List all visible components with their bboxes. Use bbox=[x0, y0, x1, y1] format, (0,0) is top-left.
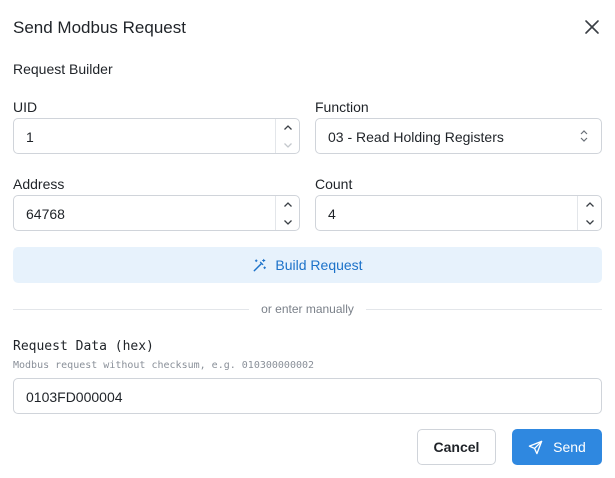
address-input[interactable]: 64768 bbox=[13, 195, 300, 231]
build-request-label: Build Request bbox=[275, 257, 363, 273]
count-stepper bbox=[577, 196, 601, 230]
close-icon[interactable] bbox=[582, 17, 602, 37]
request-builder-title: Request Builder bbox=[13, 61, 113, 77]
uid-value: 1 bbox=[26, 129, 34, 145]
send-modbus-request-dialog: Send Modbus Request Request Builder UID … bbox=[0, 0, 615, 478]
build-request-button[interactable]: Build Request bbox=[13, 247, 602, 283]
chevron-down-icon bbox=[585, 219, 594, 225]
address-decrement-button[interactable] bbox=[276, 213, 299, 230]
chevron-up-icon bbox=[585, 201, 594, 207]
address-label: Address bbox=[13, 176, 65, 192]
chevron-up-icon bbox=[283, 201, 292, 207]
send-icon bbox=[528, 440, 543, 454]
select-chevron-icon bbox=[580, 130, 588, 142]
chevron-down-icon bbox=[283, 142, 292, 148]
uid-increment-button[interactable] bbox=[276, 119, 299, 136]
count-increment-button[interactable] bbox=[578, 196, 601, 213]
count-decrement-button[interactable] bbox=[578, 213, 601, 230]
address-stepper bbox=[275, 196, 299, 230]
count-input[interactable]: 4 bbox=[315, 195, 602, 231]
count-value: 4 bbox=[328, 206, 336, 222]
dialog-title: Send Modbus Request bbox=[13, 18, 186, 37]
send-button[interactable]: Send bbox=[512, 429, 602, 465]
uid-decrement-button[interactable] bbox=[276, 136, 299, 153]
address-increment-button[interactable] bbox=[276, 196, 299, 213]
chevron-up-icon bbox=[283, 124, 292, 130]
request-data-label: Request Data (hex) bbox=[13, 339, 154, 354]
send-label: Send bbox=[553, 439, 586, 455]
request-data-value: 0103FD000004 bbox=[26, 389, 123, 405]
function-selected-value: 03 - Read Holding Registers bbox=[328, 129, 504, 145]
function-label: Function bbox=[315, 99, 369, 115]
count-label: Count bbox=[315, 176, 353, 192]
uid-label: UID bbox=[13, 99, 38, 115]
magic-wand-icon bbox=[254, 258, 267, 271]
cancel-button[interactable]: Cancel bbox=[417, 429, 496, 465]
divider-line-right bbox=[366, 309, 602, 310]
uid-input[interactable]: 1 bbox=[13, 118, 300, 154]
uid-stepper bbox=[275, 119, 299, 153]
request-data-hint: Modbus request without checksum, e.g. 01… bbox=[13, 360, 315, 371]
request-data-input[interactable]: 0103FD000004 bbox=[13, 378, 602, 414]
address-value: 64768 bbox=[26, 206, 65, 222]
chevron-down-icon bbox=[283, 219, 292, 225]
cancel-label: Cancel bbox=[433, 439, 480, 455]
function-select[interactable]: 03 - Read Holding Registers bbox=[315, 118, 602, 154]
